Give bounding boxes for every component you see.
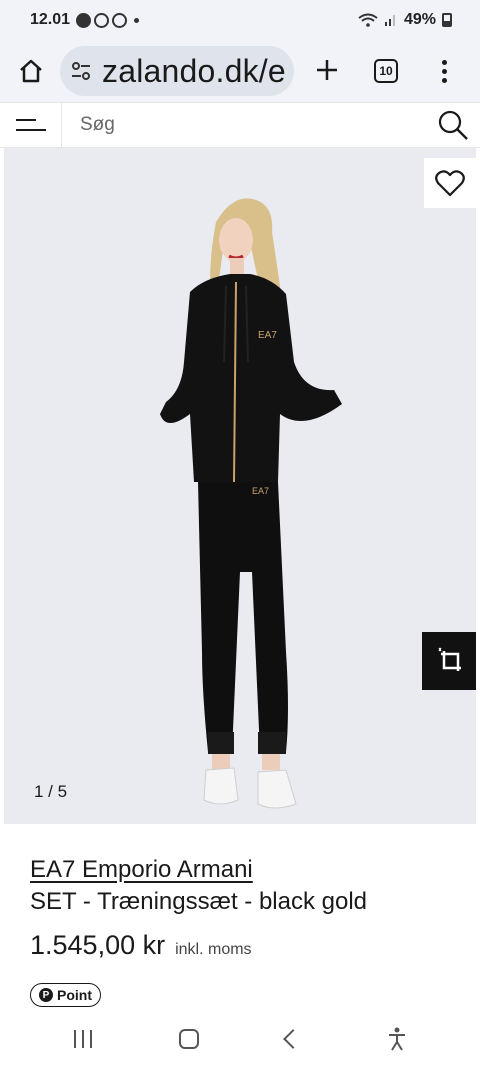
browser-toolbar: zalando.dk/e 10 (0, 40, 480, 102)
facebook-icon (76, 12, 92, 28)
image-counter: 1 / 5 (34, 782, 68, 801)
point-label: Point (57, 987, 92, 1003)
point-badge[interactable]: P Point (30, 983, 101, 1007)
tab-count: 10 (379, 64, 393, 78)
whatsapp-icon (112, 12, 128, 28)
more-notifications-icon (134, 17, 140, 23)
status-time: 12.01 (30, 11, 71, 28)
system-nav-bar (0, 1011, 480, 1067)
product-photo: EA7 EA7 (160, 198, 342, 809)
point-icon: P (39, 988, 53, 1002)
status-bar: 12.01 49% (0, 0, 480, 40)
crop-icon (438, 647, 461, 671)
site-search-bar: Søg (0, 102, 480, 148)
tabs-button[interactable]: 10 (374, 59, 398, 83)
product-price: 1.545,00 kr (30, 930, 166, 960)
system-home-button[interactable] (178, 1029, 199, 1049)
product-image-gallery[interactable]: EA7 EA7 1 / 5 (4, 148, 476, 824)
system-back-button[interactable] (282, 1029, 303, 1049)
heart-icon (435, 170, 465, 197)
threads-icon (94, 12, 110, 28)
notification-icons (76, 12, 140, 28)
wifi-icon (358, 13, 378, 27)
wishlist-button[interactable] (424, 158, 476, 208)
product-name: SET - Træningssæt - black gold (30, 888, 368, 915)
more-icon[interactable] (442, 59, 447, 83)
price-row: 1.545,00 kr inkl. moms (30, 930, 252, 961)
home-button[interactable] (14, 54, 48, 88)
recent-apps-button[interactable] (73, 1030, 92, 1048)
pants-logo: EA7 (252, 486, 269, 496)
search-icon[interactable] (436, 108, 470, 142)
battery-icon (442, 13, 452, 27)
vat-note: inkl. moms (175, 941, 252, 958)
brand-link[interactable]: EA7 Emporio Armani (30, 856, 253, 884)
tune-icon[interactable] (70, 60, 92, 82)
battery-percent: 49% (403, 11, 436, 28)
url-text: zalando.dk/e (102, 52, 286, 89)
search-input[interactable]: Søg (80, 114, 436, 136)
status-left: 12.01 (30, 11, 140, 29)
crop-button[interactable] (422, 632, 476, 690)
accessibility-icon[interactable] (387, 1027, 407, 1051)
plus-icon (317, 60, 337, 80)
menu-icon[interactable] (0, 102, 62, 148)
new-tab-button[interactable] (312, 56, 342, 86)
hoodie-logo: EA7 (258, 330, 277, 341)
address-bar[interactable]: zalando.dk/e (60, 46, 294, 96)
home-icon (20, 59, 42, 83)
signal-icon (384, 15, 395, 26)
status-right: 49% (358, 11, 452, 29)
